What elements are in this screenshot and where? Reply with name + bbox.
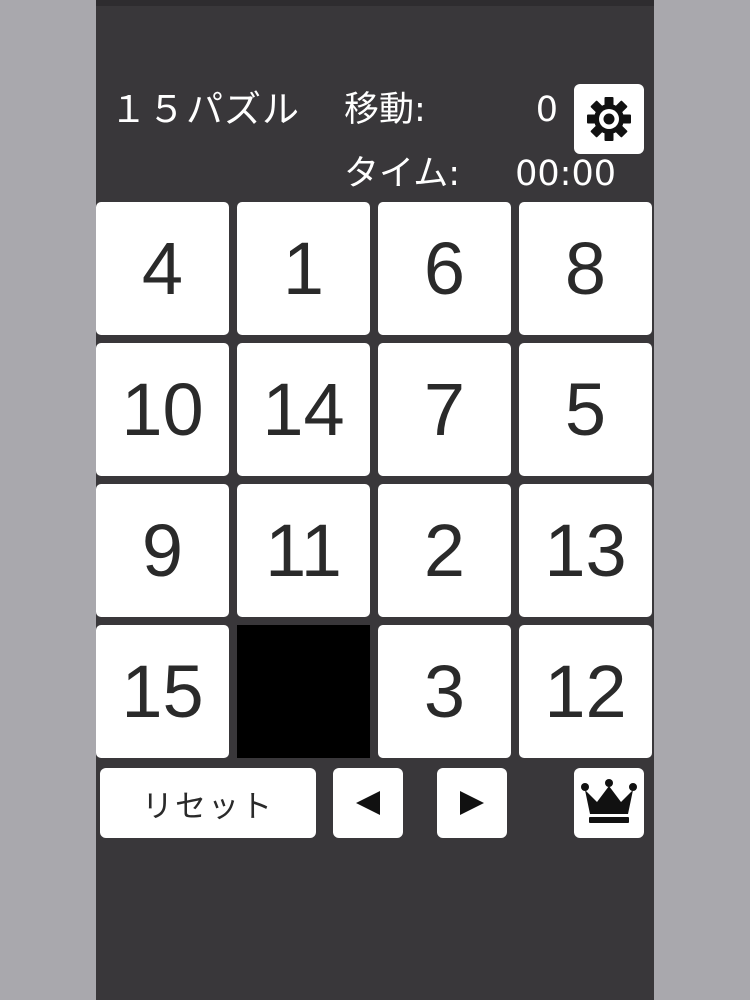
time-counter: 00:00 bbox=[515, 154, 616, 194]
gear-icon bbox=[587, 97, 631, 141]
puzzle-tile[interactable]: 11 bbox=[237, 484, 370, 617]
time-label: タイム: bbox=[344, 154, 461, 194]
crown-icon bbox=[581, 779, 637, 823]
puzzle-tile[interactable]: 10 bbox=[96, 343, 229, 476]
puzzle-tile[interactable]: 15 bbox=[96, 625, 229, 758]
puzzle-tile[interactable]: 3 bbox=[378, 625, 511, 758]
puzzle-tile[interactable]: 7 bbox=[378, 343, 511, 476]
status-strip bbox=[96, 0, 654, 6]
puzzle-tile[interactable]: 13 bbox=[519, 484, 652, 617]
puzzle-tile[interactable]: 2 bbox=[378, 484, 511, 617]
settings-button[interactable] bbox=[574, 84, 644, 154]
app-panel: １５パズル 移動: 0 タイム: 00:00 4 1 6 8 10 14 7 5 9 11 2 13 1… bbox=[96, 0, 654, 1000]
puzzle-tile[interactable]: 8 bbox=[519, 202, 652, 335]
puzzle-tile[interactable]: 1 bbox=[237, 202, 370, 335]
reset-button[interactable]: リセット bbox=[100, 768, 316, 838]
empty-slot bbox=[237, 625, 370, 758]
puzzle-tile[interactable]: 5 bbox=[519, 343, 652, 476]
puzzle-tile[interactable]: 4 bbox=[96, 202, 229, 335]
triangle-right-icon bbox=[460, 791, 484, 815]
ranking-button[interactable] bbox=[574, 768, 644, 838]
puzzle-board: 4 1 6 8 10 14 7 5 9 11 2 13 15 3 12 bbox=[96, 200, 654, 762]
puzzle-tile[interactable]: 14 bbox=[237, 343, 370, 476]
puzzle-tile[interactable]: 9 bbox=[96, 484, 229, 617]
game-title: １５パズル bbox=[110, 88, 300, 131]
previous-button[interactable] bbox=[333, 768, 403, 838]
next-button[interactable] bbox=[437, 768, 507, 838]
puzzle-tile[interactable]: 12 bbox=[519, 625, 652, 758]
moves-counter: 0 bbox=[535, 90, 558, 130]
moves-label: 移動: bbox=[344, 90, 426, 130]
puzzle-tile[interactable]: 6 bbox=[378, 202, 511, 335]
triangle-left-icon bbox=[356, 791, 380, 815]
